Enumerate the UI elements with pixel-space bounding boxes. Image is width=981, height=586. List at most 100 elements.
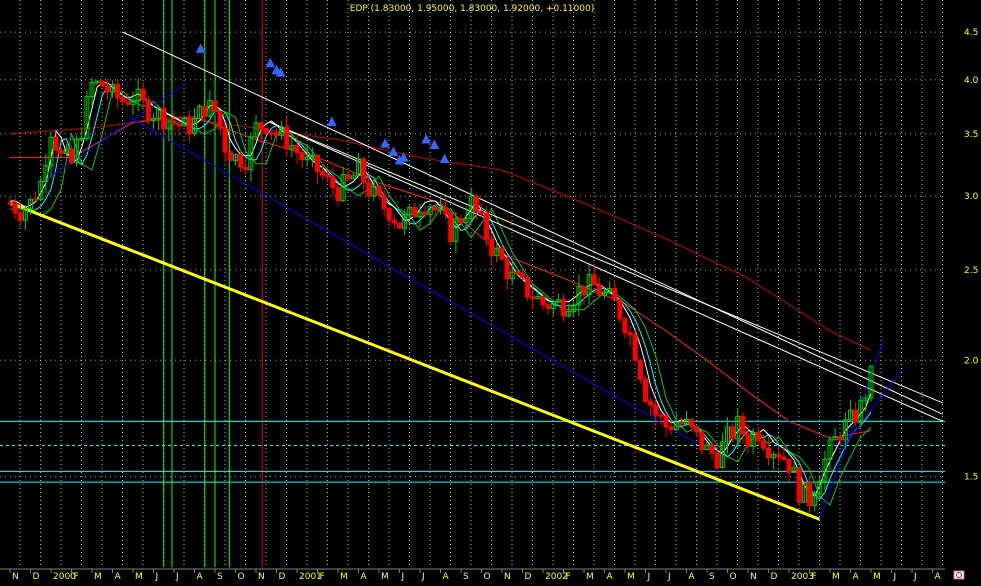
candle-body [694,426,700,433]
candle-body [699,431,705,451]
x-tick-label: J [647,572,651,582]
y-tick-label: 3.0 [964,192,979,202]
candle-body [120,97,126,103]
candle-body [658,414,664,417]
x-tick-label: D [525,572,532,582]
candle-body [7,202,13,205]
candle-body [391,219,397,224]
candle-body [561,299,566,317]
candle-body [760,440,766,449]
candle-body [268,132,274,135]
candle-body [632,334,638,361]
candle-body [514,271,520,275]
candle-body [643,378,648,402]
candle-body [591,274,597,286]
x-tick-label: F [320,572,325,582]
candle-body [315,154,320,173]
x-tick-label: J [667,572,671,582]
candle-body [796,467,802,503]
x-tick-label: M [135,572,143,582]
candle-body [222,127,228,153]
candle-body [69,148,74,164]
candle-body [540,296,546,306]
x-tick-label: O [484,572,491,582]
close-icon[interactable] [953,570,965,580]
candle-body [171,120,177,124]
candle-body [186,118,192,135]
x-tick-label: M [586,572,594,582]
candle-body [473,195,479,212]
candle-body [115,83,121,99]
candle-body [807,482,812,507]
x-tick-label: F [566,572,571,582]
x-tick-label: D [33,572,40,582]
candle-body [432,206,438,211]
x-tick-label: N [750,572,757,582]
candle-body [766,447,771,459]
candle-body [504,258,510,280]
candle-body [653,404,659,416]
candle-body [325,174,331,178]
candle-body [386,207,392,221]
candle-body [53,136,59,151]
candle-body [617,298,623,320]
candle-body [596,284,602,296]
x-tick-label: M [340,572,348,582]
x-tick-label: A [115,572,122,582]
x-tick-label: M [873,572,881,582]
candle-body [730,426,736,440]
candle-body [612,288,618,300]
x-tick-label: J [421,572,425,582]
candle-body [284,126,290,150]
candle-body [217,110,223,129]
candle-body [12,202,18,214]
candle-body [448,212,454,243]
x-tick-label: N [258,572,265,582]
x-tick-label: A [935,572,942,582]
candle-body [637,359,643,380]
candle-body [745,433,751,447]
x-tick-label: N [12,572,19,582]
candle-body [145,99,151,121]
chart-root: 4.5 4.0 3.5 3.0 2.5 2.0 1.5 N D 2000 F M A M J J A S O N D 2… [0,0,981,582]
x-tick-label: J [913,572,917,582]
candle-body [397,222,402,229]
candle-body [709,444,715,454]
x-tick-label: 2003 [791,572,814,582]
x-tick-label: S [217,572,223,582]
candle-body [361,158,367,183]
candle-body [320,171,326,176]
candle-body [520,273,525,278]
candle-body [376,185,382,196]
candle-body [853,409,859,423]
candle-body [663,415,669,428]
y-tick-label: 3.5 [964,130,978,140]
candle-body [755,431,761,442]
candle-body [740,415,746,435]
candle-body [345,173,351,180]
candle-body [299,152,305,161]
candle-body [263,128,269,134]
candle-body [79,137,85,140]
candle-body [627,332,633,336]
candle-body [58,149,64,154]
candle-body [274,132,279,136]
x-tick-label: S [463,572,469,582]
candle-body [648,400,654,406]
candle-body [581,286,587,296]
candle-body [668,426,674,431]
x-tick-label: F [812,572,817,582]
candle-body [678,421,684,425]
candle-body [525,276,531,298]
x-tick-label: A [197,572,204,582]
candle-body [99,80,105,87]
candle-body [335,187,341,202]
x-tick-label: M [627,572,635,582]
y-tick-label: 2.0 [964,356,979,366]
x-tick-label: F [74,572,79,582]
candle-body [837,436,843,441]
candle-body [422,211,428,216]
x-tick-label: A [689,572,696,582]
candle-body [489,238,495,257]
candle-body [202,105,208,117]
